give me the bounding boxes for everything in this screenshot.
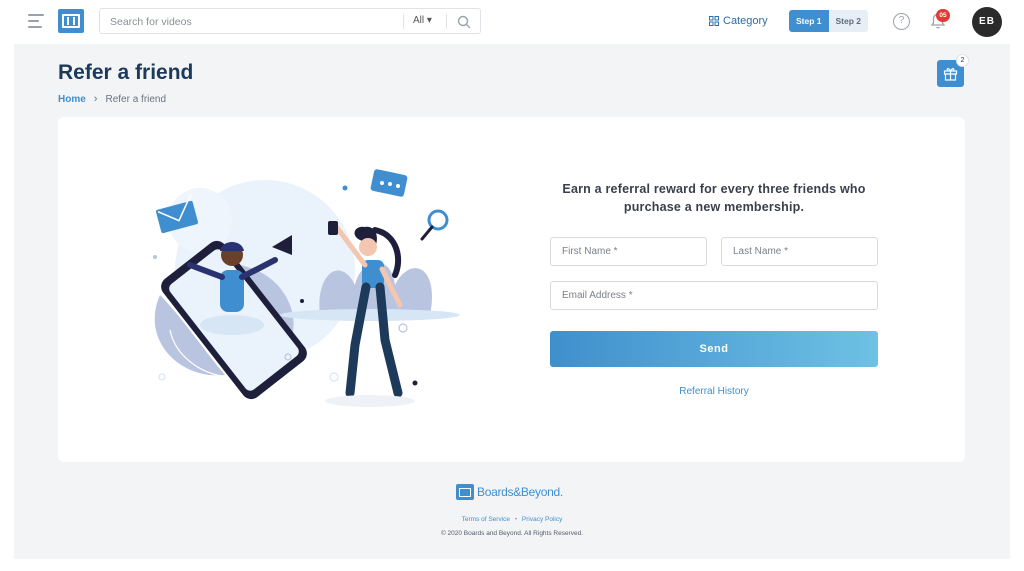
- referral-promo-text: Earn a referral reward for every three f…: [562, 182, 866, 214]
- privacy-policy-link[interactable]: Privacy Policy: [522, 516, 562, 523]
- search-divider: [446, 14, 447, 29]
- search-filter-dropdown[interactable]: All ▾: [413, 15, 432, 26]
- referral-illustration: [153, 169, 460, 407]
- brand-logo-icon: [456, 484, 474, 500]
- first-name-field-wrapper: [550, 237, 707, 266]
- copyright-text: © 2020 Boards and Beyond. All Rights Res…: [440, 530, 584, 537]
- footer-brand-name: Boards&Beyond.: [477, 485, 563, 499]
- chevron-right-icon: ›: [93, 93, 98, 105]
- terms-of-service-link[interactable]: Terms of Service: [462, 516, 510, 523]
- user-avatar[interactable]: EB: [972, 7, 1002, 37]
- footer-link-separator: •: [514, 516, 518, 523]
- referral-history-link[interactable]: Referral History: [550, 386, 878, 397]
- gift-count-badge: 2: [956, 54, 969, 67]
- breadcrumb-current: Refer a friend: [105, 93, 167, 105]
- last-name-field-wrapper: [721, 237, 878, 266]
- breadcrumb-home-link[interactable]: Home: [58, 94, 86, 105]
- last-name-input[interactable]: [722, 238, 877, 265]
- step-1-button[interactable]: Step 1: [789, 10, 829, 32]
- category-icon: [709, 16, 719, 26]
- search-divider: [403, 14, 404, 29]
- footer-logo[interactable]: Boards&Beyond.: [456, 484, 563, 500]
- breadcrumb: Home › Refer a friend: [58, 93, 166, 105]
- category-menu-button[interactable]: Category: [709, 15, 768, 27]
- notification-badge: 05: [936, 9, 950, 22]
- footer-links: Terms of Service • Privacy Policy: [0, 516, 1024, 523]
- step-2-button[interactable]: Step 2: [828, 10, 869, 32]
- brand-logo[interactable]: [58, 9, 84, 33]
- help-icon[interactable]: ?: [893, 13, 910, 30]
- search-input[interactable]: [110, 13, 395, 30]
- email-input[interactable]: [551, 282, 877, 309]
- gift-icon: [943, 68, 958, 81]
- email-field-wrapper: [550, 281, 878, 310]
- first-name-input[interactable]: [551, 238, 706, 265]
- menu-icon[interactable]: [28, 14, 44, 28]
- top-header: All ▾ Category Step 1 Step 2 ? 05 EB: [0, 0, 1024, 44]
- step-toggle: Step 1 Step 2: [789, 10, 869, 32]
- category-label: Category: [723, 15, 768, 27]
- search-bar: All ▾: [99, 8, 481, 34]
- page-title: Refer a friend: [58, 61, 194, 84]
- send-button[interactable]: Send: [550, 331, 878, 367]
- search-icon[interactable]: [456, 14, 472, 30]
